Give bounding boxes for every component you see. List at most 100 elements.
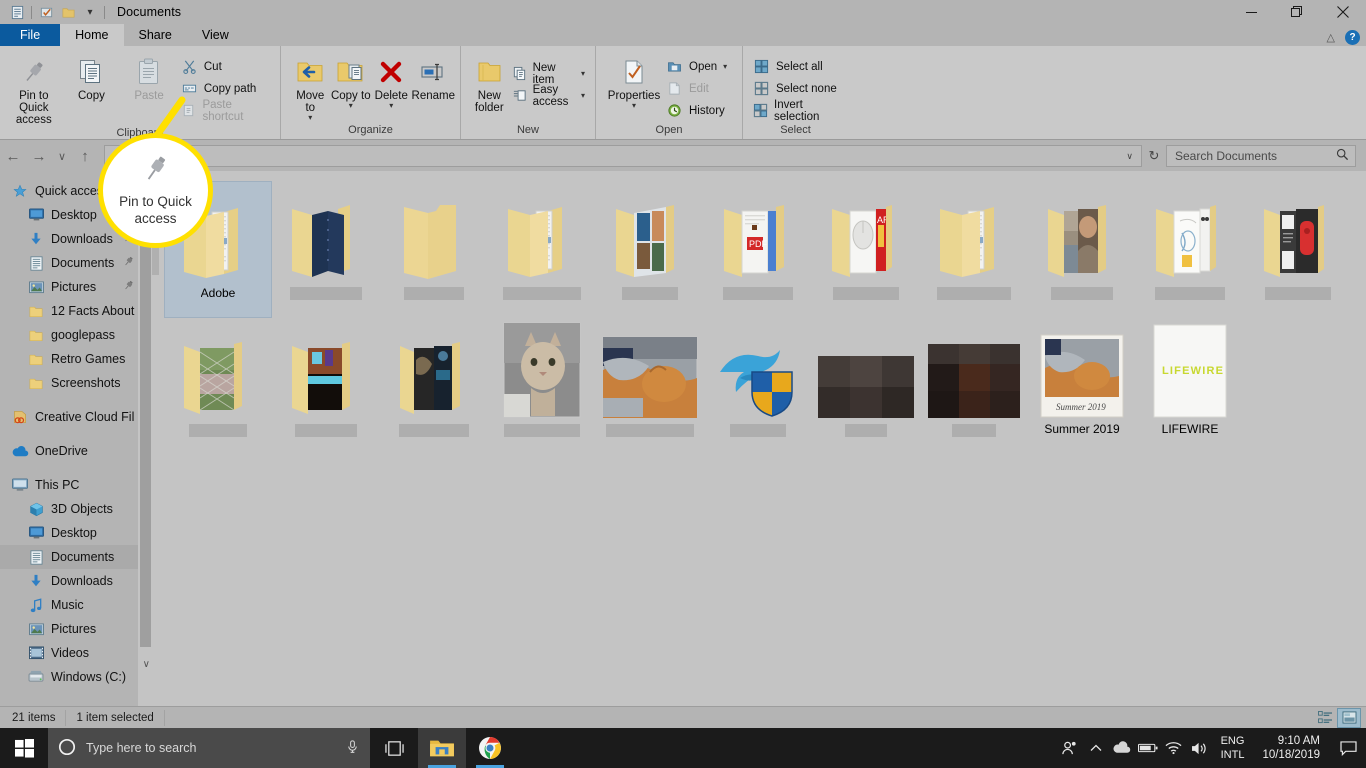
file-item[interactable] xyxy=(1136,181,1244,318)
help-icon[interactable]: ? xyxy=(1345,30,1360,45)
onedrive-cloud-icon[interactable] xyxy=(1109,728,1135,768)
edit-button[interactable]: Edit xyxy=(663,78,732,99)
move-to-button[interactable]: Move to ▾ xyxy=(290,51,331,122)
file-item[interactable] xyxy=(920,318,1028,455)
sidebar-item-pictures[interactable]: Pictures xyxy=(0,275,152,299)
search-input[interactable]: Search Documents xyxy=(1166,145,1356,167)
google-chrome-icon[interactable] xyxy=(466,728,514,768)
history-button[interactable]: History xyxy=(663,100,732,121)
volume-icon[interactable] xyxy=(1187,728,1213,768)
sidebar-item-windows-c[interactable]: Windows (C:) xyxy=(0,665,152,689)
collapse-ribbon-icon[interactable]: △ xyxy=(1327,31,1335,44)
sidebar-item-videos[interactable]: Videos xyxy=(0,641,152,665)
file-item[interactable]: LIFEWIRE LIFEWIRE xyxy=(1136,318,1244,455)
sidebar-item-documents[interactable]: Documents xyxy=(0,545,152,569)
copy-path-button[interactable]: Copy path xyxy=(178,78,275,99)
navigation-pane[interactable]: Quick access Desktop Downloads Documents Pic… xyxy=(0,171,152,706)
refresh-button[interactable]: ↻ xyxy=(1142,143,1166,169)
file-item[interactable] xyxy=(488,318,596,455)
sidebar-item-googlepass[interactable]: googlepass xyxy=(0,323,152,347)
properties-chevron-down-icon[interactable]: ▾ xyxy=(632,102,636,110)
sidebar-item-desktop[interactable]: Desktop xyxy=(0,521,152,545)
rename-button[interactable]: Rename xyxy=(412,51,455,102)
file-item[interactable] xyxy=(272,318,380,455)
wifi-icon[interactable] xyxy=(1161,728,1187,768)
copy-button[interactable]: Copy xyxy=(63,51,121,102)
file-list-view[interactable]: Adobe PDF AR Summer 2019 Summer 2019 LIF… xyxy=(152,171,1366,706)
show-hidden-icons-chevron[interactable] xyxy=(1083,728,1109,768)
file-item[interactable] xyxy=(812,318,920,455)
file-item[interactable] xyxy=(164,318,272,455)
sidebar-item-screenshots[interactable]: Screenshots xyxy=(0,371,152,395)
file-item[interactable] xyxy=(1244,181,1352,318)
clock[interactable]: 9:10 AM 10/18/2019 xyxy=(1252,734,1330,762)
qat-new-folder-check-icon[interactable] xyxy=(35,2,57,22)
open-chevron-down-icon[interactable]: ▾ xyxy=(723,62,727,71)
copy-to-chevron-down-icon[interactable]: ▾ xyxy=(349,102,353,110)
taskbar-search-box[interactable]: Type here to search xyxy=(48,728,370,768)
file-item[interactable]: Summer 2019 Summer 2019 xyxy=(1028,318,1136,455)
tab-view[interactable]: View xyxy=(187,24,244,46)
file-item[interactable] xyxy=(704,318,812,455)
file-explorer-icon[interactable] xyxy=(418,728,466,768)
file-item[interactable]: AR xyxy=(812,181,920,318)
sidebar-item-pictures[interactable]: Pictures xyxy=(0,617,152,641)
file-item[interactable] xyxy=(920,181,1028,318)
large-icons-view-button[interactable] xyxy=(1337,707,1361,728)
microphone-icon[interactable] xyxy=(345,739,360,757)
select-none-button[interactable]: Select none xyxy=(750,78,843,99)
copy-to-button[interactable]: Copy to ▾ xyxy=(331,51,372,110)
minimize-button[interactable] xyxy=(1228,0,1274,24)
pin-to-quick-access-button[interactable]: Pin to Quick access xyxy=(5,51,63,126)
delete-chevron-down-icon[interactable]: ▾ xyxy=(389,102,393,110)
action-center-icon[interactable] xyxy=(1330,728,1366,768)
pin-icon[interactable] xyxy=(123,280,134,294)
sidebar-item-12-facts-about-l[interactable]: 12 Facts About L xyxy=(0,299,152,323)
new-item-button[interactable]: New item ▾ xyxy=(509,62,590,86)
sidebar-item-documents[interactable]: Documents xyxy=(0,251,152,275)
details-view-button[interactable] xyxy=(1314,709,1336,727)
file-item[interactable] xyxy=(1028,181,1136,318)
new-item-chevron-down-icon[interactable]: ▾ xyxy=(581,69,585,78)
select-all-button[interactable]: Select all xyxy=(750,56,843,77)
qat-customize-dropdown-icon[interactable]: ▾ xyxy=(79,2,101,22)
navigation-scroll-down-arrow[interactable]: ∨ xyxy=(143,659,150,670)
close-button[interactable] xyxy=(1320,0,1366,24)
up-button[interactable]: ↑ xyxy=(72,143,98,169)
paste-button[interactable]: Paste xyxy=(120,51,178,102)
file-item[interactable] xyxy=(596,181,704,318)
file-item[interactable] xyxy=(596,318,704,455)
battery-icon[interactable] xyxy=(1135,728,1161,768)
qat-properties-icon[interactable] xyxy=(6,2,28,22)
maximize-restore-button[interactable] xyxy=(1274,0,1320,24)
file-item[interactable]: PDF xyxy=(704,181,812,318)
open-button[interactable]: Open ▾ xyxy=(663,56,732,77)
properties-button[interactable]: Properties ▾ xyxy=(605,51,663,110)
qat-folder-icon[interactable] xyxy=(57,2,79,22)
sidebar-item-onedrive[interactable]: OneDrive xyxy=(0,439,152,463)
tab-file[interactable]: File xyxy=(0,24,61,46)
recent-locations-button[interactable]: ∨ xyxy=(52,143,72,169)
file-item[interactable] xyxy=(488,181,596,318)
address-chevron-down-icon[interactable]: ∨ xyxy=(1126,151,1133,162)
start-button[interactable] xyxy=(0,728,48,768)
file-item[interactable] xyxy=(380,318,488,455)
language-indicator[interactable]: ENG INTL xyxy=(1213,734,1253,762)
move-to-chevron-down-icon[interactable]: ▾ xyxy=(308,114,312,122)
people-icon[interactable] xyxy=(1057,728,1083,768)
pin-icon[interactable] xyxy=(123,256,134,270)
tab-share[interactable]: Share xyxy=(124,24,187,46)
file-item[interactable] xyxy=(272,181,380,318)
back-button[interactable]: ← xyxy=(0,143,26,169)
new-folder-button[interactable]: New folder xyxy=(470,51,509,114)
file-item[interactable] xyxy=(380,181,488,318)
address-bar-input[interactable]: Documents ∨ xyxy=(104,145,1142,167)
cut-button[interactable]: Cut xyxy=(178,56,275,77)
sidebar-item-3d-objects[interactable]: 3D Objects xyxy=(0,497,152,521)
easy-access-chevron-down-icon[interactable]: ▾ xyxy=(581,91,585,100)
easy-access-button[interactable]: Easy access ▾ xyxy=(509,84,590,108)
sidebar-item-music[interactable]: Music xyxy=(0,593,152,617)
forward-button[interactable]: → xyxy=(26,143,52,169)
navigation-scrollbar[interactable] xyxy=(138,171,152,706)
task-view-button[interactable] xyxy=(370,728,418,768)
